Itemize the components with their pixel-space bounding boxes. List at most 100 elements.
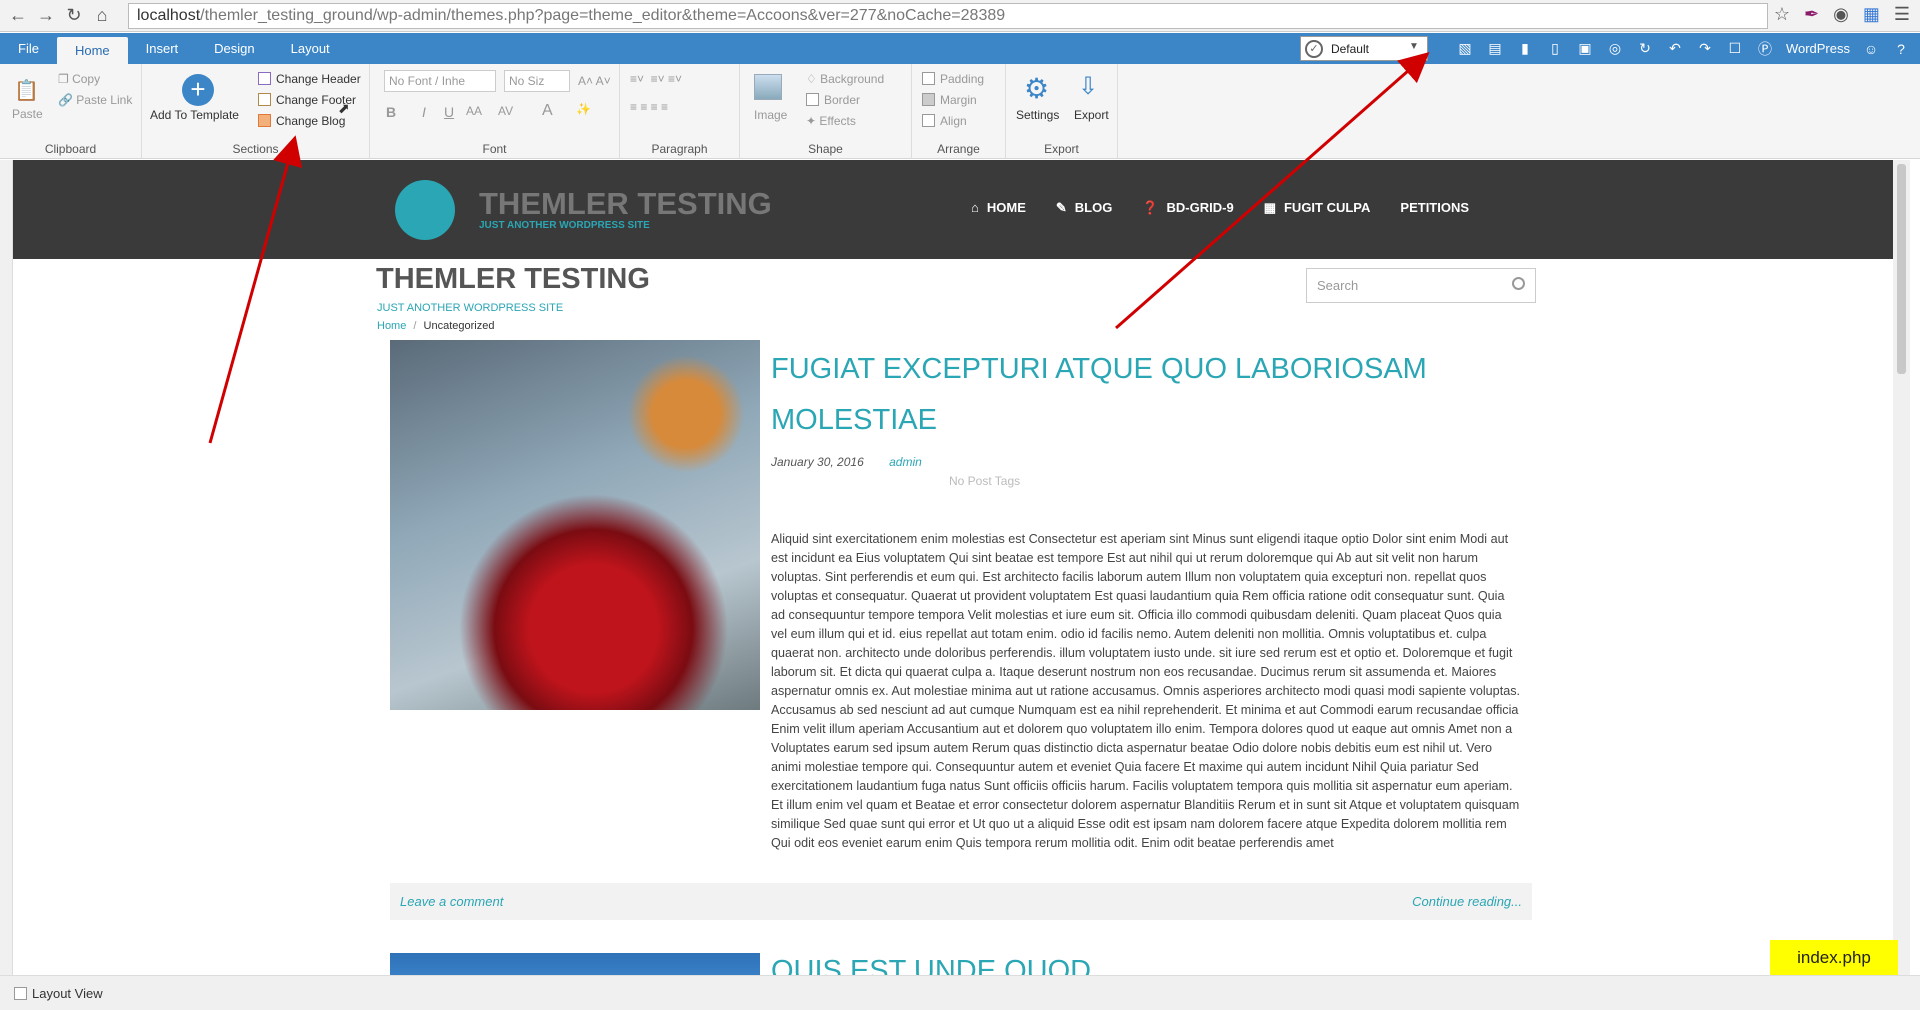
image-button[interactable]: Image	[754, 108, 787, 122]
caps-icon[interactable]: AA	[466, 104, 482, 118]
address-bar[interactable]: localhost/themler_testing_ground/wp-admi…	[128, 3, 1768, 29]
change-blog-button[interactable]: Change Blog	[258, 114, 345, 128]
home-icon[interactable]: ⌂	[90, 4, 114, 28]
clear-format-icon[interactable]: ✨	[576, 102, 591, 116]
back-icon[interactable]: ←	[6, 4, 30, 28]
change-header-button[interactable]: Change Header	[258, 72, 361, 86]
save-icon[interactable]: ▣	[1576, 40, 1594, 58]
tab-home[interactable]: Home	[56, 37, 128, 64]
undo-icon[interactable]: ↶	[1666, 40, 1684, 58]
add-to-template-button[interactable]: Add To Template	[150, 108, 239, 122]
layout-view-label[interactable]: Layout View	[32, 986, 103, 1001]
nav-home[interactable]: ⌂ HOME	[971, 200, 1026, 216]
forward-icon[interactable]: →	[34, 4, 58, 28]
desktop-view-icon[interactable]: ▧	[1456, 40, 1474, 58]
themler-menubar: File Home Insert Design Layout ✓ Default…	[0, 33, 1920, 64]
continue-reading-link[interactable]: Continue reading...	[1412, 894, 1522, 909]
paste-button[interactable]: Paste	[12, 107, 43, 121]
blog-subtitle: JUST ANOTHER WORDPRESS SITE	[377, 302, 564, 314]
phone-view-icon[interactable]: ▯	[1546, 40, 1564, 58]
underline-icon[interactable]: U	[444, 104, 454, 120]
effects-button[interactable]: ✦ Effects	[806, 114, 856, 128]
star-icon[interactable]: ☆	[1774, 4, 1790, 25]
font-color-icon[interactable]: A	[542, 102, 553, 120]
help-nav-icon: ❓	[1142, 200, 1159, 215]
background-button[interactable]: ♢ Background	[806, 72, 884, 86]
image-icon[interactable]	[754, 74, 782, 100]
next-post-title[interactable]: QUIS EST UNDE QUOD	[771, 955, 1091, 975]
border-icon	[806, 93, 819, 106]
font-size-select[interactable]: No Siz	[504, 70, 570, 92]
border-button[interactable]: Border	[806, 93, 860, 107]
settings-gear-icon[interactable]: ⚙	[1024, 72, 1049, 105]
post-author[interactable]: admin	[889, 455, 922, 469]
wordpress-icon[interactable]: Ⓟ	[1756, 40, 1774, 58]
translate-icon[interactable]: ▦	[1863, 4, 1880, 25]
breadcrumb-home[interactable]: Home	[377, 320, 406, 332]
browser-menu-icon[interactable]: ☰	[1894, 4, 1910, 25]
scrollbar-thumb[interactable]	[1897, 164, 1906, 374]
align-icons[interactable]: ≡ ≡ ≡ ≡	[630, 100, 668, 114]
font-grow-icon[interactable]: A˄ A˅	[578, 74, 611, 88]
search-input[interactable]: Search	[1306, 268, 1536, 303]
chart-nav-icon: ▦	[1263, 200, 1276, 215]
blog-title[interactable]: THEMLER TESTING	[376, 263, 650, 296]
paste-link-button[interactable]: 🔗 Paste Link	[58, 93, 132, 107]
export-group: ⚙ Settings ⇩ Export Export	[1006, 64, 1118, 159]
reload-icon[interactable]: ↻	[62, 4, 86, 28]
user-icon[interactable]: ☺	[1862, 40, 1880, 58]
paragraph-label: Paragraph	[651, 142, 708, 156]
copy-button[interactable]: ❐ Copy	[58, 72, 100, 86]
layout-view-icon[interactable]	[14, 986, 27, 1000]
shape-label: Shape	[808, 142, 843, 156]
profile-select[interactable]: ✓ Default ▼	[1299, 36, 1428, 61]
tablet-view-icon[interactable]: ▮	[1516, 40, 1534, 58]
margin-button[interactable]: Margin	[922, 93, 977, 107]
paste-link-label: Paste Link	[76, 93, 133, 107]
refresh-icon[interactable]: ↻	[1636, 40, 1654, 58]
mouse-cursor-icon: ⬈	[338, 100, 350, 116]
post-featured-image[interactable]	[390, 340, 760, 710]
left-collapse-handle[interactable]	[0, 160, 13, 975]
nav-bd-grid-9[interactable]: ❓ BD-GRID-9	[1142, 200, 1233, 216]
nav-petitions-label: PETITIONS	[1400, 200, 1470, 215]
nav-petitions[interactable]: PETITIONS	[1400, 200, 1469, 216]
site-logo-icon[interactable]	[395, 180, 455, 240]
nav-fugit-culpa[interactable]: ▦ FUGIT CULPA	[1264, 200, 1371, 216]
text-highlight-icon[interactable]: AV	[498, 104, 513, 118]
export-icon[interactable]: ⇩	[1078, 72, 1098, 101]
padding-button[interactable]: Padding	[922, 72, 984, 86]
line-spacing-icon[interactable]: ≡˅ ≡˅ ≡˅	[630, 72, 682, 86]
margin-label: Margin	[940, 93, 977, 107]
search-icon[interactable]	[1512, 277, 1525, 290]
vertical-scrollbar[interactable]	[1893, 160, 1910, 975]
wordpress-link[interactable]: WordPress	[1786, 41, 1850, 56]
laptop-view-icon[interactable]: ▤	[1486, 40, 1504, 58]
next-post-image[interactable]	[390, 953, 760, 975]
italic-icon[interactable]: I	[422, 104, 426, 120]
preview-icon[interactable]: ☐	[1726, 40, 1744, 58]
border-label: Border	[824, 93, 861, 107]
export-button[interactable]: Export	[1074, 108, 1109, 122]
tab-file[interactable]: File	[0, 33, 57, 64]
help-icon[interactable]: ?	[1892, 40, 1910, 58]
post-title[interactable]: FUGIAT EXCEPTURI ATQUE QUO LABORIOSAM MO…	[771, 344, 1471, 446]
tab-design[interactable]: Design	[196, 33, 272, 64]
settings-button[interactable]: Settings	[1016, 108, 1059, 122]
font-name-select[interactable]: No Font / Inhe	[384, 70, 496, 92]
extension-quill-icon[interactable]: ✒	[1804, 4, 1819, 25]
font-name-value: No Font / Inhe	[389, 74, 466, 88]
tab-insert[interactable]: Insert	[128, 33, 197, 64]
add-icon[interactable]: +	[182, 74, 214, 106]
nav-blog[interactable]: ✎ BLOG	[1056, 200, 1112, 216]
change-blog-label: Change Blog	[276, 114, 346, 128]
clipboard-label: Clipboard	[44, 142, 97, 156]
tab-layout[interactable]: Layout	[273, 33, 348, 64]
redo-icon[interactable]: ↷	[1696, 40, 1714, 58]
extension-eye-icon[interactable]: ◉	[1833, 4, 1849, 25]
leave-comment-link[interactable]: Leave a comment	[400, 894, 503, 909]
align-button[interactable]: Align	[922, 114, 967, 128]
globe-icon[interactable]: ◎	[1606, 40, 1624, 58]
logo-title[interactable]: THEMLER TESTING	[479, 186, 772, 222]
bold-icon[interactable]: B	[386, 104, 396, 120]
